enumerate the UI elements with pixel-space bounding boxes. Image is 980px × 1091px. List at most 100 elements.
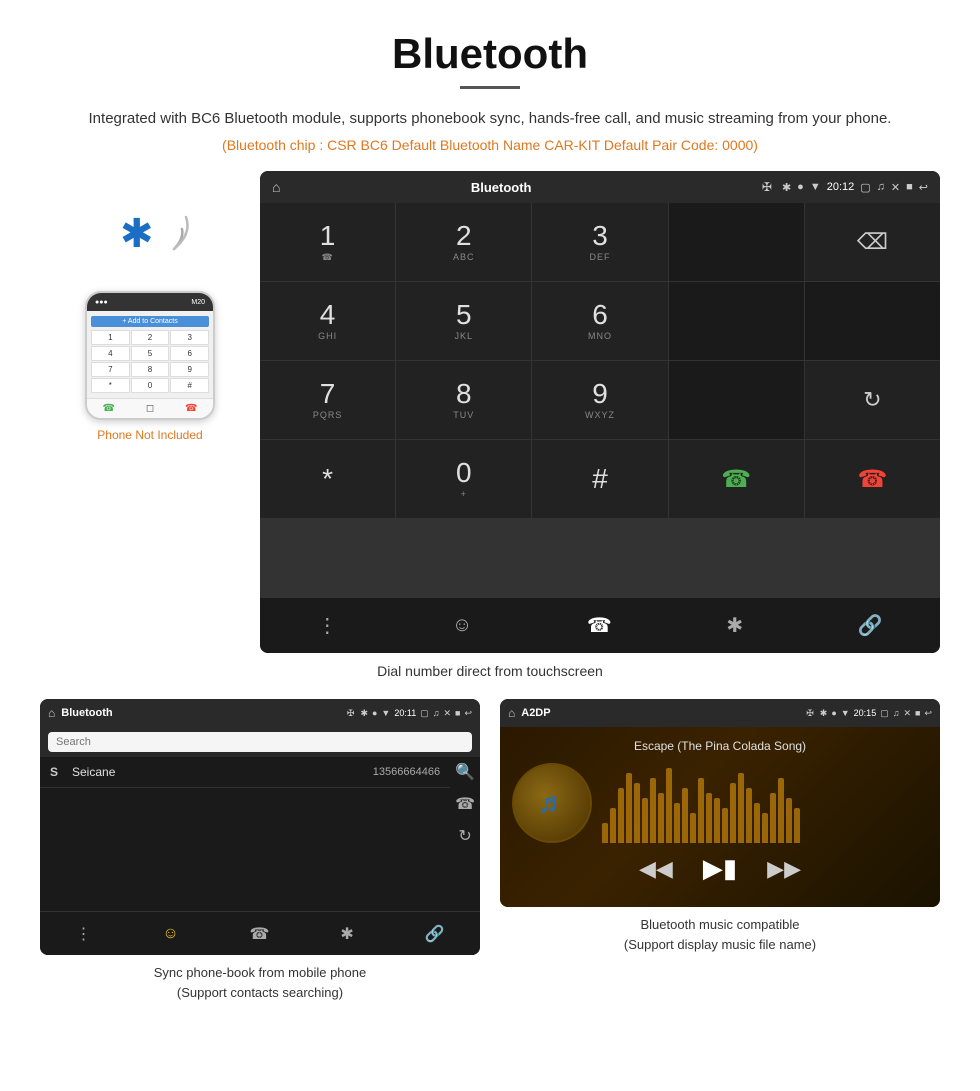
pb-home-icon[interactable]: ⌂: [48, 706, 55, 720]
dial-nav-contact-icon[interactable]: ☺: [452, 614, 472, 637]
dial-nav-bluetooth-icon[interactable]: ✱: [726, 613, 743, 638]
close-icon: ✕: [891, 181, 900, 194]
music-play-pause-icon[interactable]: ▶▮: [703, 853, 737, 884]
pb-search-icon[interactable]: 🔍: [455, 762, 475, 782]
phone-screen: + Add to Contacts 1 2 3 4 5 6 7 8 9 * 0 …: [87, 311, 213, 398]
status-icons: ✱ ● ▼ 20:12 ▢ ♫ ✕ ■ ↩: [782, 181, 928, 194]
dial-key-hash[interactable]: #: [532, 440, 667, 518]
dial-key-8[interactable]: 8 TUV: [396, 361, 531, 439]
bt-icon-wrap: ✱: [110, 201, 190, 281]
pb-contact-row[interactable]: S Seicane 13566664466: [40, 757, 450, 788]
pb-nav-phone-icon[interactable]: ☎: [250, 924, 270, 944]
pb-right-icons: 🔍 ☎ ↻: [450, 757, 480, 851]
phone-key-2[interactable]: 2: [131, 330, 170, 345]
phonebook-item: ⌂ Bluetooth ✠ ✱ ● ▼ 20:11 ▢ ♫ ✕ ■ ↩: [40, 699, 480, 1002]
viz-bar: [690, 813, 696, 843]
viz-bar: [634, 783, 640, 843]
pb-call-icon[interactable]: ☎: [455, 794, 475, 814]
dial-key-5[interactable]: 5 JKL: [396, 282, 531, 360]
phone-key-0[interactable]: 0: [131, 378, 170, 393]
volume-icon: ♫: [877, 181, 885, 193]
pb-loc-icon: ●: [372, 708, 377, 719]
signal-waves-icon: [154, 209, 190, 266]
viz-bar: [714, 798, 720, 843]
bottom-row: ⌂ Bluetooth ✠ ✱ ● ▼ 20:11 ▢ ♫ ✕ ■ ↩: [0, 699, 980, 1002]
pb-nav-contact-icon[interactable]: ☺: [162, 925, 178, 943]
dial-key-3[interactable]: 3 DEF: [532, 203, 667, 281]
viz-bar: [730, 783, 736, 843]
pb-refresh-icon[interactable]: ↻: [458, 826, 471, 846]
dial-key-2[interactable]: 2 ABC: [396, 203, 531, 281]
phone-key-5[interactable]: 5: [131, 346, 170, 361]
dial-screen: ⌂ Bluetooth ✠ ✱ ● ▼ 20:12 ▢ ♫ ✕ ■ ↩ 1 ☎: [260, 171, 940, 653]
music-status-bar: ⌂ A2DP ✠ ✱ ● ▼ 20:15 ▢ ♫ ✕ ■ ↩: [500, 699, 940, 727]
phone-key-hash[interactable]: #: [170, 378, 209, 393]
dial-key-7[interactable]: 7 PQRS: [260, 361, 395, 439]
dial-backspace-key[interactable]: ⌫: [805, 203, 940, 281]
viz-bar: [746, 788, 752, 843]
phone-end-icon: ☎: [185, 403, 197, 414]
back-icon[interactable]: ↩: [919, 181, 928, 194]
viz-bar: [762, 813, 768, 843]
pb-nav-bt-icon[interactable]: ✱: [340, 924, 353, 944]
music-caption: Bluetooth music compatible(Support displ…: [624, 915, 816, 954]
music-home-icon[interactable]: ⌂: [508, 706, 515, 720]
phone-key-8[interactable]: 8: [131, 362, 170, 377]
home-icon[interactable]: ⌂: [272, 179, 280, 195]
phone-key-3[interactable]: 3: [170, 330, 209, 345]
dial-key-9[interactable]: 9 WXYZ: [532, 361, 667, 439]
music-title: A2DP: [521, 707, 800, 719]
music-prev-icon[interactable]: ◀◀: [639, 856, 673, 882]
pb-contact-area: S Seicane 13566664466 🔍 ☎ ↻: [40, 757, 480, 851]
phone-key-9[interactable]: 9: [170, 362, 209, 377]
viz-bar: [666, 768, 672, 843]
music-time: 20:15: [854, 708, 877, 719]
viz-bar: [674, 803, 680, 843]
dial-nav-bar: ⋮ ☺ ☎ ✱ 🔗: [260, 597, 940, 653]
music-song-title: Escape (The Pina Colada Song): [512, 739, 928, 753]
phone-bottom-bar: ☎ ◻ ☎: [87, 398, 213, 418]
phone-key-star[interactable]: *: [91, 378, 130, 393]
phone-key-6[interactable]: 6: [170, 346, 209, 361]
music-next-icon[interactable]: ▶▶: [767, 856, 801, 882]
dial-call-key[interactable]: ☎: [669, 440, 804, 518]
dial-nav-grid-icon[interactable]: ⋮: [317, 613, 337, 638]
pb-back-icon[interactable]: ↩: [464, 708, 472, 719]
phone-key-1[interactable]: 1: [91, 330, 130, 345]
dial-nav-link-icon[interactable]: 🔗: [858, 613, 883, 638]
viz-bar: [786, 798, 792, 843]
title-divider: [460, 86, 520, 89]
phonebook-screen: ⌂ Bluetooth ✠ ✱ ● ▼ 20:11 ▢ ♫ ✕ ■ ↩: [40, 699, 480, 955]
phone-top-bar: ●●● M20: [87, 293, 213, 311]
viz-bar: [642, 798, 648, 843]
music-back-icon[interactable]: ↩: [924, 708, 932, 719]
dial-refresh-key[interactable]: ↻: [805, 361, 940, 439]
dial-nav-phone-icon[interactable]: ☎: [587, 613, 612, 638]
dial-key-empty-2: [669, 282, 804, 360]
dial-key-1[interactable]: 1 ☎: [260, 203, 395, 281]
music-vol-icon: ♫: [893, 708, 900, 719]
dial-key-0[interactable]: 0 +: [396, 440, 531, 518]
pb-status-icons: ✱ ● ▼ 20:11 ▢ ♫ ✕ ■ ↩: [360, 708, 472, 719]
viz-bar: [682, 788, 688, 843]
dial-key-6[interactable]: 6 MNO: [532, 282, 667, 360]
dial-key-empty-4: [669, 361, 804, 439]
pb-search-input[interactable]: [48, 732, 472, 752]
dial-end-key[interactable]: ☎: [805, 440, 940, 518]
phone-key-4[interactable]: 4: [91, 346, 130, 361]
dial-key-4[interactable]: 4 GHI: [260, 282, 395, 360]
dial-key-star[interactable]: *: [260, 440, 395, 518]
phone-call-icon: ☎: [102, 403, 114, 414]
music-main-area: ♬: [512, 763, 928, 843]
phone-keypad: 1 2 3 4 5 6 7 8 9 * 0 #: [91, 330, 209, 393]
pb-vol-icon: ♫: [433, 708, 440, 719]
pb-nav-grid-icon[interactable]: ⋮: [75, 924, 91, 944]
dial-keypad-grid: 1 ☎ 2 ABC 3 DEF ⌫ 4 GHI 5 JKL: [260, 203, 940, 597]
phone-key-7[interactable]: 7: [91, 362, 130, 377]
pb-cam-icon: ▢: [420, 708, 429, 719]
viz-bar: [626, 773, 632, 843]
dial-key-empty-3: [805, 282, 940, 360]
pb-nav-link-icon[interactable]: 🔗: [425, 924, 445, 944]
description-text: Integrated with BC6 Bluetooth module, su…: [0, 107, 980, 131]
music-win-icon: ■: [915, 708, 920, 719]
